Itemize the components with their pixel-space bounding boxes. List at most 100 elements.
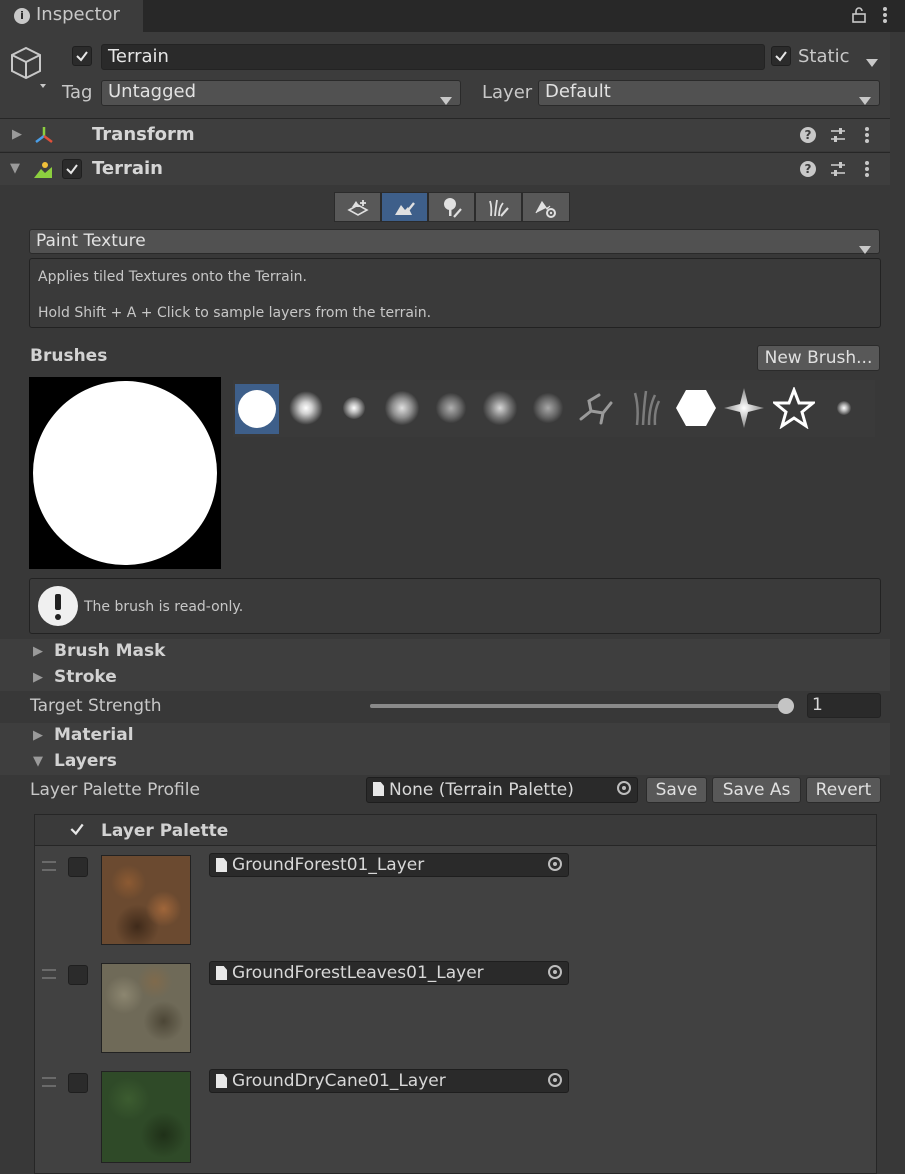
layer-palette-header: Layer Palette: [35, 815, 876, 846]
game-object-icon[interactable]: [10, 44, 54, 93]
object-name: Terrain: [108, 46, 169, 67]
component-menu-icon[interactable]: [864, 160, 870, 183]
brush-mask-title: Brush Mask: [54, 641, 166, 661]
object-picker-icon[interactable]: [617, 781, 631, 795]
transform-icon: [34, 125, 54, 150]
object-picker-icon[interactable]: [548, 1073, 562, 1087]
drag-handle-icon[interactable]: [42, 969, 56, 979]
foldout-expanded-icon[interactable]: ▼: [10, 161, 20, 176]
terrain-mode-dropdown[interactable]: Paint Texture: [29, 229, 880, 254]
target-strength-thumb[interactable]: [778, 698, 794, 714]
drag-handle-icon[interactable]: [42, 861, 56, 871]
static-label: Static: [798, 46, 850, 67]
readonly-message: The brush is read-only.: [84, 599, 244, 615]
static-checkbox[interactable]: [771, 46, 791, 66]
inspector-tab-bar: i Inspector: [0, 0, 905, 32]
target-strength-input[interactable]: 1: [807, 693, 881, 718]
revert-button[interactable]: Revert: [806, 777, 881, 803]
foldout-collapsed-icon[interactable]: ▶: [33, 728, 43, 743]
layer-asset-field[interactable]: GroundDryCane01_Layer: [209, 1069, 569, 1093]
brush-preview-shape: [33, 381, 217, 565]
document-icon: [216, 1074, 227, 1088]
foldout-collapsed-icon[interactable]: ▶: [33, 670, 43, 685]
more-options-icon[interactable]: [882, 6, 888, 29]
list-item[interactable]: GroundForestLeaves01_Layer: [35, 955, 876, 1059]
save-button[interactable]: Save: [646, 777, 707, 803]
warning-icon: [38, 586, 78, 626]
stroke-row[interactable]: ▶ Stroke: [0, 665, 890, 691]
brush-tiny-dot[interactable]: [823, 387, 865, 429]
object-name-field[interactable]: Terrain: [101, 44, 765, 70]
tool-tab-terrain-settings[interactable]: [522, 192, 570, 222]
layer-dropdown[interactable]: Default: [538, 80, 880, 106]
tab-title: Inspector: [36, 4, 120, 25]
brush-small-soft-dot[interactable]: [333, 387, 375, 429]
material-title: Material: [54, 725, 134, 745]
material-row[interactable]: ▶ Material: [0, 723, 890, 749]
brush-cloud-1[interactable]: [381, 387, 423, 429]
save-as-button[interactable]: Save As: [712, 777, 801, 803]
brush-crack[interactable]: [575, 387, 617, 429]
brush-hard-circle[interactable]: [235, 384, 279, 434]
palette-profile-label: Layer Palette Profile: [30, 780, 200, 800]
layer-asset-field[interactable]: GroundForestLeaves01_Layer: [209, 961, 569, 985]
brush-star-outline[interactable]: [773, 387, 815, 429]
active-checkbox[interactable]: [72, 46, 92, 66]
select-all-checkbox[interactable]: [67, 819, 87, 839]
info-icon: i: [14, 8, 30, 24]
help-icon[interactable]: ?: [800, 127, 816, 143]
brush-soft-circle[interactable]: [285, 387, 327, 429]
brush-cloud-2[interactable]: [430, 387, 472, 429]
palette-profile-field[interactable]: None (Terrain Palette): [366, 777, 638, 803]
tool-tab-paint-details[interactable]: [475, 192, 522, 222]
chevron-down-icon: [859, 89, 871, 111]
foldout-collapsed-icon[interactable]: ▶: [12, 127, 22, 142]
layer-asset-field[interactable]: GroundForest01_Layer: [209, 853, 569, 877]
list-item[interactable]: GroundForest01_Layer: [35, 847, 876, 951]
layers-title: Layers: [54, 751, 117, 771]
layer-value: Default: [545, 81, 611, 102]
object-picker-icon[interactable]: [548, 965, 562, 979]
new-brush-button[interactable]: New Brush...: [757, 345, 880, 371]
scrollbar-track[interactable]: [890, 32, 905, 1165]
inspector-tab[interactable]: i Inspector: [0, 0, 143, 32]
brush-cloud-4[interactable]: [527, 387, 569, 429]
brushes-title: Brushes: [30, 346, 108, 366]
tag-value: Untagged: [108, 81, 197, 102]
presets-icon[interactable]: [830, 127, 846, 148]
paint-trees-icon: [444, 198, 462, 218]
tool-description-line2: Hold Shift + A + Click to sample layers …: [38, 305, 432, 321]
foldout-collapsed-icon[interactable]: ▶: [33, 644, 43, 659]
brush-grass-strands[interactable]: [625, 387, 667, 429]
layer-checkbox[interactable]: [68, 965, 88, 985]
create-neighbor-terrains-icon: [347, 200, 369, 216]
target-strength-slider[interactable]: [370, 698, 794, 714]
lock-icon[interactable]: [852, 7, 866, 28]
tool-tab-paint-trees[interactable]: [428, 192, 475, 222]
layer-checkbox[interactable]: [68, 1073, 88, 1093]
transform-component-header[interactable]: ▶ Transform ?: [0, 118, 905, 151]
drag-handle-icon[interactable]: [42, 1077, 56, 1087]
terrain-component-header[interactable]: ▼ Terrain ?: [0, 152, 905, 185]
brush-cloud-3[interactable]: [479, 387, 521, 429]
chevron-down-icon: [440, 89, 452, 111]
foldout-expanded-icon[interactable]: ▼: [33, 754, 43, 769]
layers-row[interactable]: ▼ Layers: [0, 749, 890, 775]
layer-checkbox[interactable]: [68, 857, 88, 877]
tool-tab-create-neighbor[interactable]: [334, 192, 381, 222]
brush-mask-row[interactable]: ▶ Brush Mask: [0, 639, 890, 665]
presets-icon[interactable]: [830, 161, 846, 182]
brush-hexagon[interactable]: [675, 387, 717, 429]
terrain-enabled-checkbox[interactable]: [62, 159, 82, 179]
brush-preview: [29, 377, 221, 569]
list-item[interactable]: GroundDryCane01_Layer: [35, 1063, 876, 1167]
component-menu-icon[interactable]: [864, 126, 870, 149]
help-icon[interactable]: ?: [800, 161, 816, 177]
revert-label: Revert: [815, 780, 872, 800]
tool-tab-paint-terrain[interactable]: [381, 192, 428, 222]
layer-texture-thumbnail: [101, 855, 191, 945]
static-dropdown-icon[interactable]: [866, 52, 878, 72]
brush-star-burst[interactable]: [723, 387, 765, 429]
tag-dropdown[interactable]: Untagged: [101, 80, 461, 106]
object-picker-icon[interactable]: [548, 857, 562, 871]
